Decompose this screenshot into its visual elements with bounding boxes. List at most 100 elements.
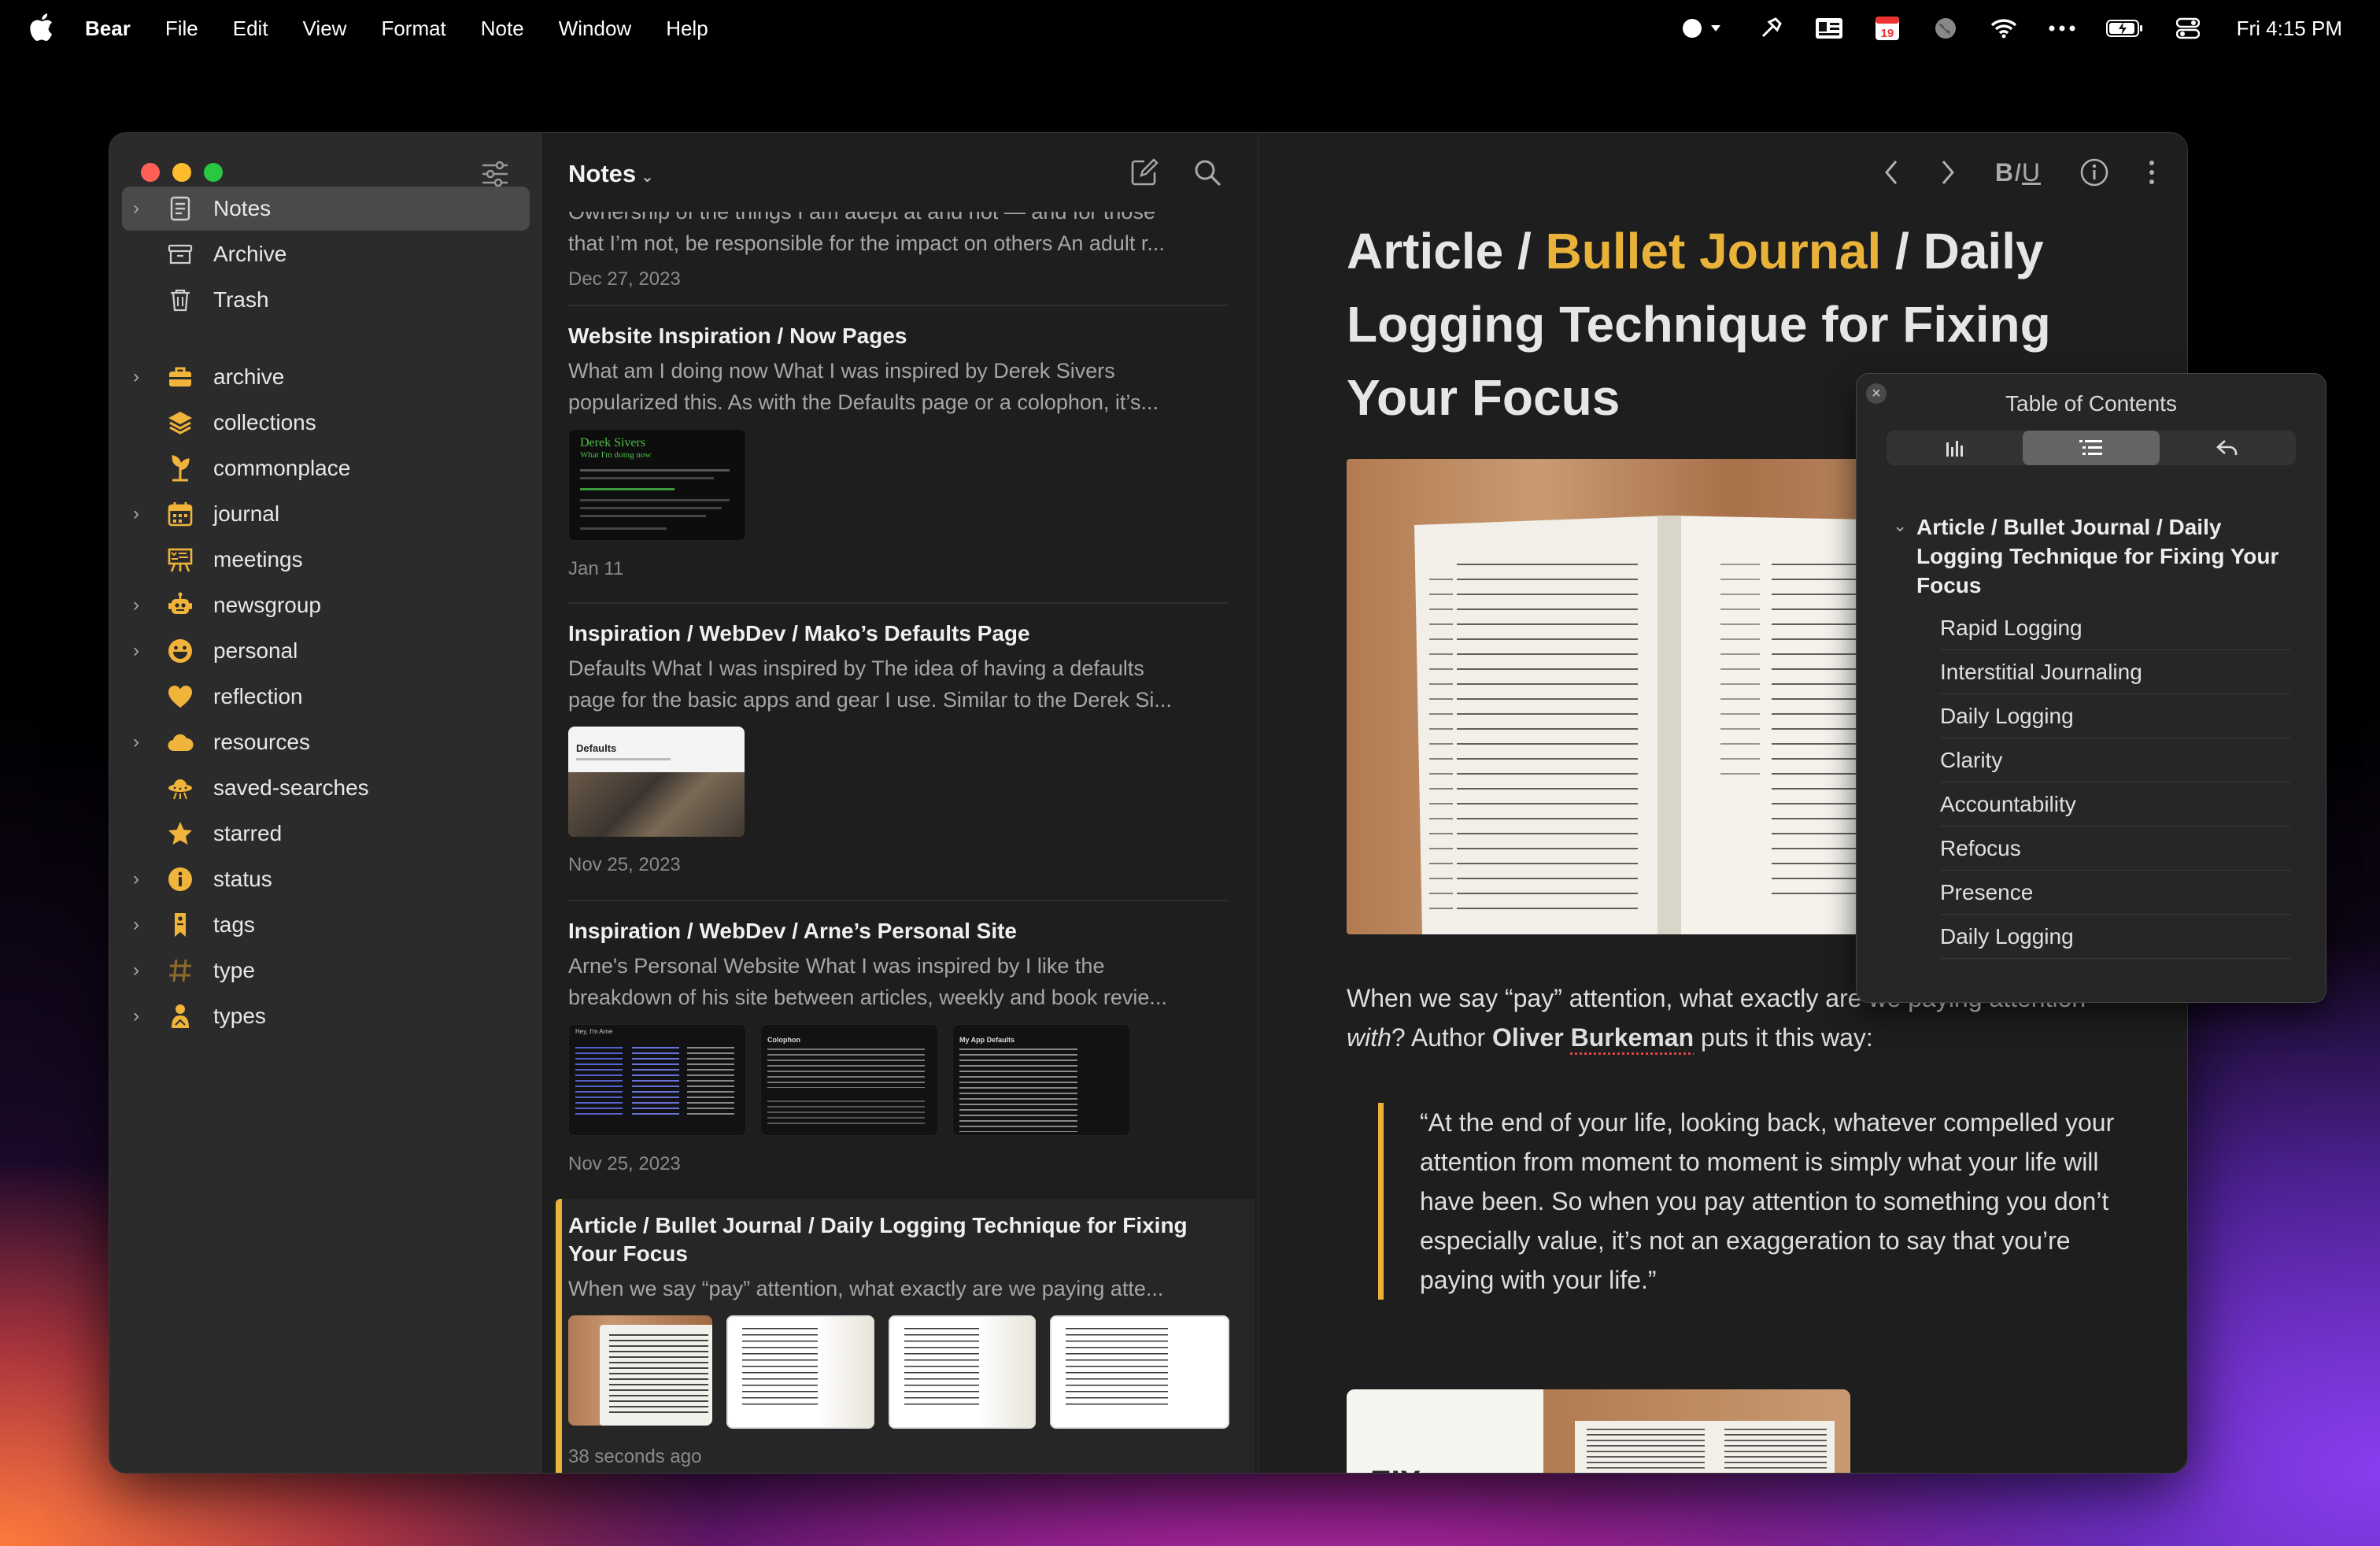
list-item-selected[interactable]: Article / Bullet Journal / Daily Logging…: [568, 1211, 1229, 1468]
id-card-icon[interactable]: [1815, 17, 1843, 40]
info-icon: [164, 864, 196, 895]
toc-item[interactable]: Rapid Logging: [1940, 607, 2291, 650]
window-controls: [141, 163, 223, 182]
sidebar-item-personal[interactable]: › personal: [122, 629, 530, 673]
forward-chevron-icon[interactable]: [1938, 158, 1957, 187]
globe-icon[interactable]: [1931, 17, 1960, 40]
quote-text: “At the end of your life, looking back, …: [1420, 1108, 2115, 1294]
notes-list-title-dropdown[interactable]: Notes ⌄: [568, 160, 654, 188]
chevron-right-icon[interactable]: ›: [133, 594, 157, 616]
menu-edit[interactable]: Edit: [233, 17, 268, 41]
control-center-icon[interactable]: [2174, 17, 2202, 40]
menu-app-name[interactable]: Bear: [85, 17, 131, 41]
battery-charging-icon[interactable]: [2105, 17, 2144, 40]
sidebar-item-archive[interactable]: › archive: [122, 355, 530, 399]
sidebar-item-reflection[interactable]: reflection: [122, 675, 530, 719]
chevron-right-icon[interactable]: ›: [133, 640, 157, 662]
archive-box-icon: [164, 239, 196, 270]
sidebar-item-notes[interactable]: › Notes: [122, 187, 530, 231]
back-chevron-icon[interactable]: [1882, 158, 1901, 187]
clipboard-tool-icon[interactable]: [1757, 17, 1785, 40]
chevron-right-icon[interactable]: ›: [133, 198, 157, 220]
sidebar-item-saved-searches[interactable]: saved-searches: [122, 766, 530, 810]
toc-heading-item[interactable]: Article / Bullet Journal / Daily Logging…: [1916, 512, 2286, 600]
menu-window[interactable]: Window: [559, 17, 631, 41]
sidebar-item-collections[interactable]: collections: [122, 401, 530, 445]
sidebar-item-meetings[interactable]: meetings: [122, 538, 530, 582]
sleep-status-icon[interactable]: [1680, 17, 1727, 40]
chevron-right-icon[interactable]: ›: [133, 731, 157, 753]
author-last-name: Burkeman: [1570, 1023, 1694, 1052]
new-note-icon[interactable]: [1129, 157, 1160, 188]
sidebar-item-tags[interactable]: › tags: [122, 903, 530, 947]
trash-icon: [164, 284, 196, 316]
apple-logo-icon[interactable]: [30, 13, 54, 41]
chevron-right-icon[interactable]: ›: [133, 503, 157, 525]
wifi-icon[interactable]: [1990, 17, 2018, 40]
sidebar-item-status[interactable]: › status: [122, 857, 530, 901]
chevron-right-icon[interactable]: ›: [133, 868, 157, 890]
menu-help[interactable]: Help: [666, 17, 708, 41]
thumbnail-heading: Defaults: [576, 742, 617, 754]
sidebar-item-label: type: [213, 958, 255, 982]
sidebar-item-journal[interactable]: › journal: [122, 492, 530, 536]
toc-item[interactable]: Daily Logging: [1940, 695, 2291, 738]
blockquote[interactable]: “At the end of your life, looking back, …: [1378, 1103, 2144, 1300]
toc-item[interactable]: Daily Logging: [1940, 915, 2291, 959]
thumbnail-heading: Derek Sivers: [580, 436, 646, 449]
calendar-day-text: 19: [1880, 27, 1894, 40]
list-item[interactable]: Website Inspiration / Now Pages What am …: [568, 322, 1229, 580]
note-thumbnail: Colophon: [760, 1024, 938, 1136]
sidebar-item-resources[interactable]: › resources: [122, 720, 530, 764]
collapse-chevron-icon[interactable]: ⌄: [1893, 516, 1907, 536]
paragraph-emphasis: with: [1347, 1023, 1391, 1052]
toc-item[interactable]: Accountability: [1940, 783, 2291, 827]
toc-item[interactable]: Presence: [1940, 871, 2291, 915]
note-snippet-line2: page for the basic apps and gear I use. …: [568, 688, 1172, 712]
tab-backlinks[interactable]: [2160, 431, 2296, 465]
sidebar-item-label: personal: [213, 638, 298, 663]
sidebar-item-types[interactable]: › types: [122, 994, 530, 1038]
more-dots-icon[interactable]: [2048, 17, 2076, 40]
minimize-window-button[interactable]: [172, 163, 191, 182]
note-snippet: What am I doing now What I was inspired …: [568, 359, 1115, 383]
chevron-right-icon[interactable]: ›: [133, 1005, 157, 1027]
close-window-button[interactable]: [141, 163, 160, 182]
note-title: Article / Bullet Journal / Daily Logging…: [568, 1213, 1188, 1266]
thumbnail-subheading: What I'm doing now: [580, 450, 652, 460]
menu-clock[interactable]: Fri 4:15 PM: [2237, 17, 2342, 41]
sidebar-item-trash[interactable]: Trash: [122, 278, 530, 322]
list-item[interactable]: Inspiration / WebDev / Mako’s Defaults P…: [568, 620, 1229, 876]
list-item[interactable]: Inspiration / WebDev / Arne’s Personal S…: [568, 917, 1229, 1175]
title-tag-link[interactable]: Bullet Journal: [1546, 223, 1882, 279]
more-options-icon[interactable]: [2148, 158, 2156, 187]
toc-item[interactable]: Clarity: [1940, 739, 2291, 782]
sidebar-item-archive[interactable]: Archive: [122, 232, 530, 276]
sidebar-item-label: Archive: [213, 242, 287, 266]
menu-format[interactable]: Format: [381, 17, 445, 41]
menu-note[interactable]: Note: [481, 17, 524, 41]
sidebar-item-newsgroup[interactable]: › newsgroup: [122, 583, 530, 627]
calendar-status-icon[interactable]: 19: [1873, 17, 1901, 40]
text-format-button[interactable]: BIU: [1995, 158, 2041, 187]
zoom-window-button[interactable]: [204, 163, 223, 182]
note-date: Nov 25, 2023: [568, 1153, 681, 1174]
note-snippet: Arne's Personal Website What I was inspi…: [568, 954, 1105, 978]
filter-sliders-icon[interactable]: [479, 158, 511, 190]
sidebar-item-starred[interactable]: starred: [122, 812, 530, 856]
sidebar-item-commonplace[interactable]: commonplace: [122, 446, 530, 490]
menu-file[interactable]: File: [165, 17, 198, 41]
info-icon[interactable]: [2079, 157, 2110, 188]
toc-item[interactable]: Refocus: [1940, 827, 2291, 871]
chevron-right-icon[interactable]: ›: [133, 366, 157, 388]
tab-table-of-contents[interactable]: [2023, 431, 2160, 465]
menu-view[interactable]: View: [303, 17, 347, 41]
chevron-right-icon[interactable]: ›: [133, 960, 157, 982]
chevron-right-icon[interactable]: ›: [133, 914, 157, 936]
tab-statistics[interactable]: [1887, 431, 2023, 465]
sidebar-item-label: resources: [213, 730, 310, 754]
sidebar-item-type[interactable]: › type: [122, 949, 530, 993]
search-icon[interactable]: [1192, 157, 1223, 188]
toc-item[interactable]: Interstitial Journaling: [1940, 651, 2291, 694]
cloud-icon: [164, 727, 196, 758]
